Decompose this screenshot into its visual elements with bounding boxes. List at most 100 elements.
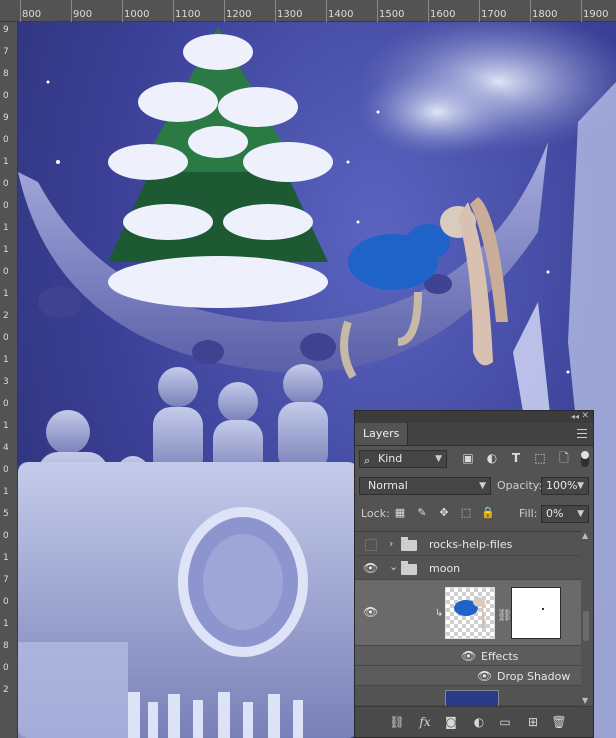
ruler-label: 0 <box>3 201 9 211</box>
lock-position-icon[interactable]: ✥ <box>437 506 451 520</box>
search-icon: ⌕ <box>364 454 371 467</box>
eye-icon[interactable]: 👁 <box>363 562 379 574</box>
panel-menu-icon[interactable] <box>577 429 587 438</box>
ruler-tick <box>428 0 429 22</box>
new-layer-icon[interactable]: ⊞ <box>525 715 541 729</box>
ruler-label: 8 <box>3 641 9 651</box>
new-group-icon[interactable]: ▭ <box>497 715 513 729</box>
link-layers-icon[interactable]: ⛓ <box>389 715 405 729</box>
lock-image-pixels-icon[interactable]: ✎ <box>415 506 429 520</box>
ruler-label: 1 <box>3 421 9 431</box>
shape-layer-filter-icon[interactable]: ⬚ <box>533 451 547 465</box>
type-layer-filter-icon[interactable]: T <box>509 451 523 465</box>
panel-titlebar[interactable]: ◂◂ ✕ <box>355 411 593 423</box>
layers-scrollbar[interactable]: ▲ ▼ <box>581 531 591 705</box>
layer-thumbnail[interactable] <box>445 690 499 706</box>
chevron-down-icon[interactable]: ⌄ <box>389 560 398 573</box>
visibility-toggle-off[interactable] <box>365 539 377 551</box>
adjustment-layer-icon[interactable]: ◐ <box>471 715 487 729</box>
opacity-value: 100% <box>546 479 578 492</box>
ruler-label: 1 <box>3 553 9 563</box>
ruler-label: 0 <box>3 663 9 673</box>
scroll-thumb[interactable] <box>583 611 589 641</box>
ruler-tick <box>20 0 21 22</box>
ruler-label: 0 <box>3 267 9 277</box>
scroll-up-icon[interactable]: ▲ <box>582 531 588 540</box>
ruler-label: 0 <box>3 135 9 145</box>
lock-label: Lock: <box>361 507 390 520</box>
chevron-down-icon[interactable]: ▼ <box>577 506 584 522</box>
ruler-label: 2 <box>3 685 9 695</box>
layer-mask-thumbnail[interactable] <box>511 587 561 639</box>
ruler-label: 900 <box>73 9 93 20</box>
lock-all-icon[interactable]: 🔒 <box>481 506 495 520</box>
kind-filter-select[interactable]: ⌕ Kind ▼ <box>359 450 447 468</box>
fill-value: 0% <box>546 507 564 520</box>
pixel-layer-filter-icon[interactable]: ▣ <box>461 451 475 465</box>
fx-icon[interactable]: fx <box>417 715 433 729</box>
ruler-label: 0 <box>3 333 9 343</box>
layer-row-next[interactable] <box>355 686 581 706</box>
filter-toggle[interactable] <box>581 451 589 467</box>
adjustment-layer-filter-icon[interactable]: ◐ <box>485 451 499 465</box>
chevron-down-icon[interactable]: ▼ <box>577 478 584 494</box>
smart-object-filter-icon[interactable]: 🗋 <box>557 451 571 465</box>
ruler-label: 0 <box>3 465 9 475</box>
ruler-label: 1000 <box>124 9 150 20</box>
link-icon[interactable]: ⛓ <box>497 608 512 622</box>
effects-label[interactable]: Effects <box>481 650 518 663</box>
eye-icon[interactable]: 👁 <box>363 606 379 618</box>
collapse-icon[interactable]: ◂◂ <box>571 412 579 421</box>
blend-mode-select[interactable]: Normal ▼ <box>359 477 491 495</box>
add-mask-icon[interactable]: ◙ <box>443 715 459 729</box>
ruler-label: 3 <box>3 377 9 387</box>
layers-list: › rocks-help-files 👁 ⌄ moon 👁 ↳ ⛓ 👁 Effe… <box>355 531 581 706</box>
layer-row-rocks-help-files[interactable]: › rocks-help-files <box>355 532 581 556</box>
layer-row-moon[interactable]: 👁 ⌄ moon <box>355 556 581 580</box>
ruler-tick <box>479 0 480 22</box>
ruler-label: 7 <box>3 575 9 585</box>
effects-row[interactable]: 👁 Effects <box>355 646 581 666</box>
blend-row: Normal ▼ Opacity: 100% ▼ <box>359 475 589 497</box>
ruler-tick <box>377 0 378 22</box>
scroll-down-icon[interactable]: ▼ <box>582 696 588 705</box>
drop-shadow-row[interactable]: 👁 Drop Shadow <box>355 666 581 686</box>
ruler-label: 0 <box>3 531 9 541</box>
ruler-label: 1400 <box>328 9 354 20</box>
ruler-label: 1700 <box>481 9 507 20</box>
chevron-down-icon: ▼ <box>479 481 486 491</box>
effect-label[interactable]: Drop Shadow <box>497 670 570 683</box>
layers-bottom-toolbar: ⛓ fx ◙ ◐ ▭ ⊞ 🗑 <box>355 706 593 737</box>
ruler-tick <box>173 0 174 22</box>
ruler-tick <box>530 0 531 22</box>
layer-thumbnail[interactable] <box>445 587 495 639</box>
eye-icon[interactable]: 👁 <box>461 650 477 662</box>
kind-label: Kind <box>378 452 403 465</box>
ruler-label: 1500 <box>379 9 405 20</box>
lock-row: Lock: ▦ ✎ ✥ ⬚ 🔒 Fill: 0% ▼ <box>359 503 589 525</box>
ruler-label: 1 <box>3 355 9 365</box>
ruler-tick <box>122 0 123 22</box>
ruler-tick <box>581 0 582 22</box>
ruler-label: 1 <box>3 289 9 299</box>
opacity-label: Opacity: <box>497 479 543 492</box>
clipping-arrow-icon: ↳ <box>435 608 444 619</box>
ruler-label: 9 <box>3 25 9 35</box>
layer-row-selected[interactable]: 👁 ↳ ⛓ <box>355 580 581 646</box>
opacity-field[interactable]: 100% ▼ <box>541 477 589 495</box>
chevron-right-icon[interactable]: › <box>389 537 393 550</box>
close-icon[interactable]: ✕ <box>581 411 589 421</box>
layer-name[interactable]: moon <box>429 562 460 575</box>
trash-icon[interactable]: 🗑 <box>551 715 567 729</box>
layers-panel: ◂◂ ✕ Layers ⌕ Kind ▼ ▣ ◐ T ⬚ 🗋 Normal ▼ … <box>354 410 594 738</box>
artboard-autonest-icon[interactable]: ⬚ <box>459 506 473 520</box>
fill-field[interactable]: 0% ▼ <box>541 505 589 523</box>
ruler-label: 1800 <box>532 9 558 20</box>
lock-transparent-pixels-icon[interactable]: ▦ <box>393 506 407 520</box>
layer-name[interactable]: rocks-help-files <box>429 538 512 551</box>
eye-icon[interactable]: 👁 <box>477 670 493 682</box>
tab-layers[interactable]: Layers <box>355 423 409 445</box>
folder-icon <box>401 561 417 575</box>
mask-dot <box>542 608 544 610</box>
ruler-label: 0 <box>3 597 9 607</box>
